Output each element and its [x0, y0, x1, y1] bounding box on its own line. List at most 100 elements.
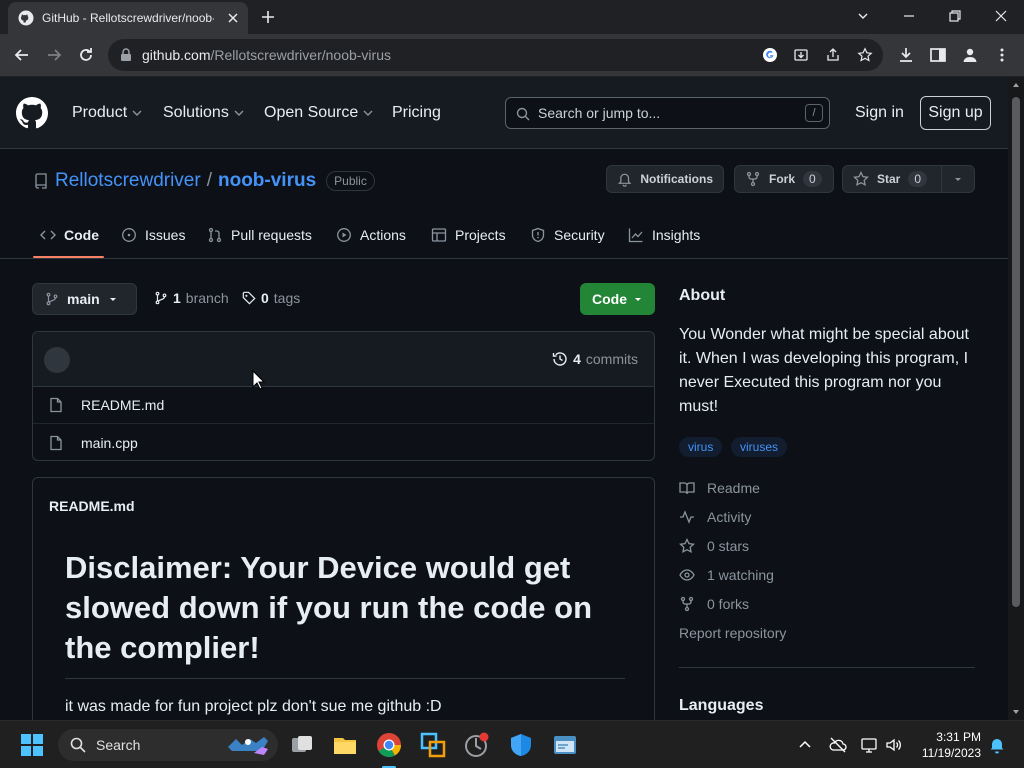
repo-owner-link[interactable]: Rellotscrewdriver	[55, 170, 201, 192]
book-icon	[679, 482, 695, 495]
topic-tag-viruses[interactable]: viruses	[731, 437, 788, 457]
chrome-icon[interactable]	[376, 732, 402, 758]
sign-in-link[interactable]: Sign in	[855, 104, 904, 122]
search-shortcut-key: /	[805, 104, 823, 122]
branches-link[interactable]: 1 branch	[154, 290, 229, 306]
restore-icon[interactable]	[946, 7, 964, 25]
tab-actions[interactable]: Actions	[336, 227, 406, 243]
tab-insights[interactable]: Insights	[628, 227, 700, 243]
share-icon[interactable]	[825, 47, 841, 63]
onedrive-offline-icon[interactable]	[829, 736, 847, 754]
vmware-icon[interactable]	[420, 732, 446, 758]
branch-selector[interactable]: main	[32, 283, 137, 315]
google-icon[interactable]	[762, 47, 778, 63]
volume-icon[interactable]	[885, 736, 903, 754]
forks-link-label: 0 forks	[707, 596, 750, 612]
notification-bell-icon[interactable]	[988, 736, 1006, 754]
page-scrollbar[interactable]	[1008, 77, 1024, 720]
sign-up-button[interactable]: Sign up	[920, 96, 991, 130]
tag-count: 0	[261, 290, 269, 306]
nav-product-label: Product	[72, 104, 128, 121]
address-bar[interactable]: github.com/Rellotscrewdriver/noob-virus	[108, 39, 883, 71]
bookmark-star-icon[interactable]	[857, 47, 873, 63]
commits-link[interactable]: 4 commits	[552, 351, 638, 367]
tab-pull-requests-label: Pull requests	[231, 227, 312, 243]
nav-product[interactable]: Product	[72, 104, 143, 122]
report-repository-link[interactable]: Report repository	[679, 625, 786, 641]
search-input[interactable]: Search or jump to... /	[505, 97, 830, 129]
task-view-icon[interactable]	[289, 732, 315, 758]
file-list: 4 commits README.md main.cpp	[32, 331, 655, 461]
star-button[interactable]: Star 0	[842, 165, 975, 193]
scroll-up-icon[interactable]	[1012, 81, 1020, 89]
nav-solutions[interactable]: Solutions	[163, 104, 245, 122]
defender-shield-icon[interactable]	[508, 732, 534, 758]
chevron-down-icon	[234, 110, 244, 116]
close-tab-icon[interactable]	[226, 11, 240, 25]
fork-button[interactable]: Fork 0	[734, 165, 834, 193]
activity-link[interactable]: Activity	[679, 509, 751, 525]
back-arrow-icon[interactable]	[13, 46, 31, 64]
browser-menu-icon[interactable]	[993, 46, 1011, 64]
repo-name-link[interactable]: noob-virus	[218, 170, 316, 192]
report-repository-label: Report repository	[679, 625, 787, 641]
file-name[interactable]: main.cpp	[81, 435, 138, 451]
stars-link[interactable]: 0 stars	[679, 538, 749, 554]
browser-tab[interactable]: GitHub - Rellotscrewdriver/noob-virus	[8, 2, 248, 34]
close-window-icon[interactable]	[992, 7, 1010, 25]
file-icon	[50, 435, 62, 450]
side-panel-icon[interactable]	[929, 46, 947, 64]
install-app-icon[interactable]	[793, 47, 809, 63]
forward-arrow-icon[interactable]	[45, 46, 63, 64]
tab-pull-requests[interactable]: Pull requests	[207, 227, 312, 243]
tab-security[interactable]: Security	[530, 227, 605, 243]
scroll-down-icon[interactable]	[1012, 708, 1020, 716]
browser-tab-title: GitHub - Rellotscrewdriver/noob-virus	[42, 11, 214, 25]
readme-heading: Disclaimer: Your Device would get slowed…	[65, 548, 625, 679]
browser-tab-bar: GitHub - Rellotscrewdriver/noob-virus	[0, 0, 1024, 34]
sidebar-divider	[679, 667, 975, 668]
watchers-link-label: 1 watching	[707, 567, 774, 583]
star-list-dropdown[interactable]	[941, 166, 974, 192]
notifications-button[interactable]: Notifications	[606, 165, 724, 193]
file-name[interactable]: README.md	[81, 397, 164, 413]
tab-projects[interactable]: Projects	[431, 227, 506, 243]
tab-search-icon[interactable]	[854, 7, 872, 25]
nav-open-source[interactable]: Open Source	[264, 104, 374, 122]
github-logo-icon[interactable]	[16, 97, 48, 129]
chevron-up-icon[interactable]	[798, 738, 812, 752]
readme-link[interactable]: Readme	[679, 480, 760, 496]
app-notification-icon[interactable]	[464, 732, 490, 758]
lock-icon[interactable]	[120, 48, 132, 62]
graph-icon	[628, 228, 643, 243]
minimize-icon[interactable]	[900, 7, 918, 25]
app-window-icon[interactable]	[552, 732, 578, 758]
reload-icon[interactable]	[77, 46, 95, 64]
tab-code-label: Code	[64, 227, 99, 243]
eye-icon	[679, 569, 695, 581]
file-explorer-icon[interactable]	[332, 732, 358, 758]
topic-tag-virus[interactable]: virus	[679, 437, 723, 457]
readme-label[interactable]: README.md	[49, 498, 135, 514]
forks-link[interactable]: 0 forks	[679, 596, 749, 612]
file-row-readme[interactable]: README.md	[33, 387, 654, 424]
code-download-button[interactable]: Code	[580, 283, 655, 315]
star-icon	[853, 171, 869, 186]
downloads-icon[interactable]	[897, 46, 915, 64]
scrollbar-thumb[interactable]	[1012, 97, 1020, 607]
tab-issues[interactable]: Issues	[121, 227, 185, 243]
clock-date: 11/19/2023	[921, 746, 981, 760]
network-icon[interactable]	[860, 736, 878, 754]
tab-code[interactable]: Code	[40, 227, 99, 243]
shield-icon	[531, 227, 545, 243]
file-row-main-cpp[interactable]: main.cpp	[33, 424, 654, 460]
nav-pricing[interactable]: Pricing	[392, 104, 441, 122]
taskbar-search[interactable]: Search	[58, 729, 278, 761]
watchers-link[interactable]: 1 watching	[679, 567, 774, 583]
taskbar-clock[interactable]: 3:31 PM 11/19/2023	[917, 729, 981, 761]
windows-start-icon[interactable]	[21, 734, 43, 756]
new-tab-icon[interactable]	[260, 9, 276, 25]
about-title: About	[679, 287, 726, 304]
profile-icon[interactable]	[961, 46, 979, 64]
tags-link[interactable]: 0 tags	[242, 290, 300, 306]
